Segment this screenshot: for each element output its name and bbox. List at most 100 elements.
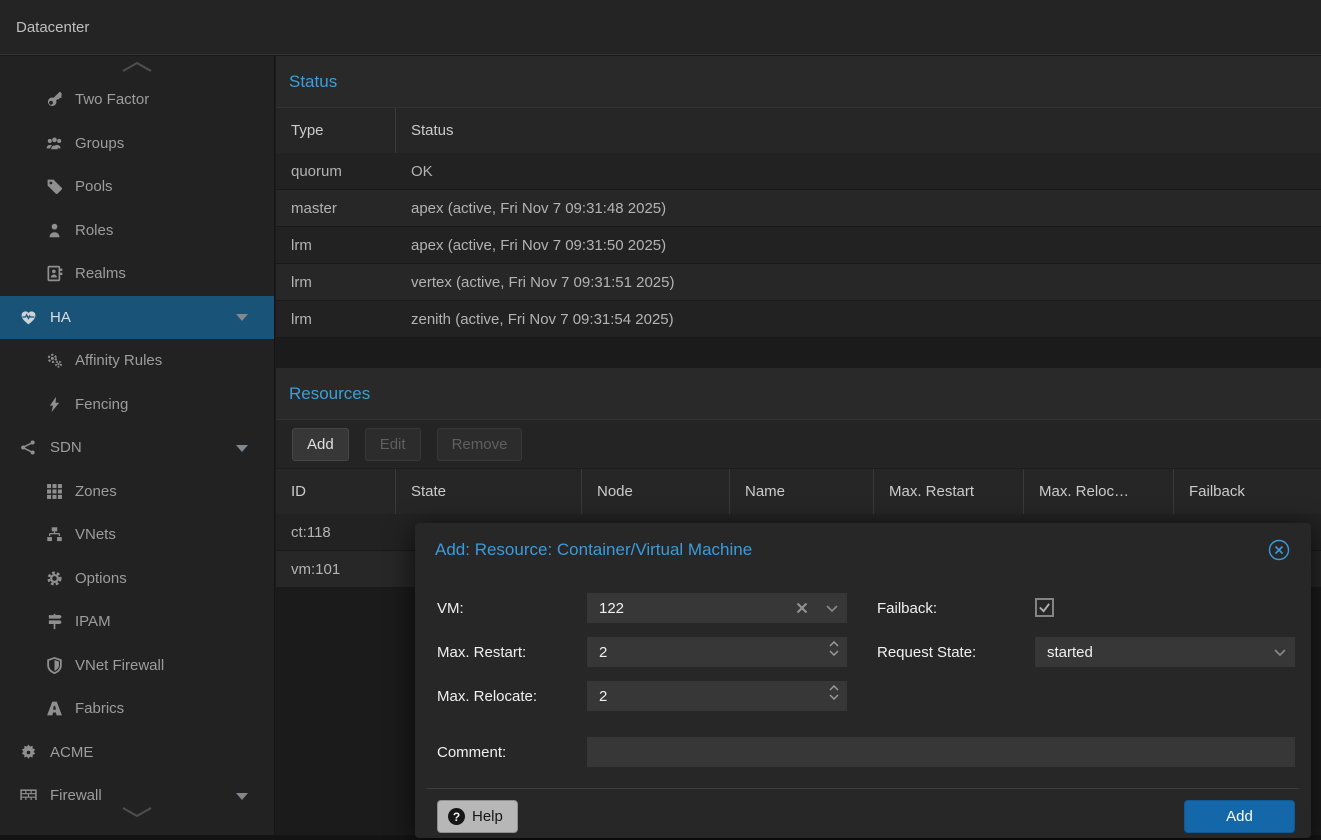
column-header-node[interactable]: Node bbox=[582, 469, 730, 514]
table-row[interactable]: quorum OK bbox=[276, 153, 1321, 190]
dialog-header[interactable]: Add: Resource: Container/Virtual Machine bbox=[415, 523, 1311, 577]
cell-id: ct:118 bbox=[276, 524, 396, 541]
status-table-header: Type Status bbox=[276, 108, 1321, 153]
panel-gap bbox=[276, 338, 1321, 368]
sidebar-item-vnet-firewall[interactable]: VNet Firewall bbox=[0, 644, 274, 688]
bolt-icon bbox=[46, 396, 63, 413]
failback-label: Failback: bbox=[877, 593, 937, 623]
sidebar-item-sdn[interactable]: SDN bbox=[0, 426, 274, 470]
sidebar-item-vnets[interactable]: VNets bbox=[0, 513, 274, 557]
sidebar-scroll-down[interactable] bbox=[0, 800, 274, 840]
sitemap-icon bbox=[46, 526, 63, 543]
spinner-up-icon bbox=[829, 641, 839, 647]
remove-button[interactable]: Remove bbox=[437, 428, 523, 461]
column-header-name[interactable]: Name bbox=[730, 469, 874, 514]
table-row[interactable]: lrm vertex (active, Fri Nov 7 09:31:51 2… bbox=[276, 264, 1321, 301]
column-header-max-restart[interactable]: Max. Restart bbox=[874, 469, 1024, 514]
chevron-down-icon[interactable] bbox=[236, 445, 248, 452]
request-state-select[interactable]: started bbox=[1035, 637, 1295, 667]
add-button[interactable]: Add bbox=[292, 428, 349, 461]
road-icon bbox=[46, 700, 63, 717]
cell-type: quorum bbox=[276, 163, 396, 180]
spinner-arrows[interactable] bbox=[829, 641, 839, 656]
dialog-footer-divider bbox=[427, 788, 1299, 789]
help-button-label: Help bbox=[472, 808, 503, 825]
table-row[interactable]: lrm apex (active, Fri Nov 7 09:31:50 202… bbox=[276, 227, 1321, 264]
sidebar-item-affinity-rules[interactable]: Affinity Rules bbox=[0, 339, 274, 383]
column-header-id[interactable]: ID bbox=[276, 469, 396, 514]
status-panel-title: Status bbox=[289, 72, 337, 92]
resources-panel-title: Resources bbox=[289, 384, 370, 404]
table-row[interactable]: lrm zenith (active, Fri Nov 7 09:31:54 2… bbox=[276, 301, 1321, 338]
chevron-down-icon[interactable] bbox=[236, 314, 248, 321]
sidebar-item-fabrics[interactable]: Fabrics bbox=[0, 687, 274, 731]
key-icon bbox=[46, 91, 63, 108]
sidebar-item-groups[interactable]: Groups bbox=[0, 122, 274, 166]
column-header-status[interactable]: Status bbox=[396, 108, 1321, 153]
spinner-down-icon bbox=[829, 694, 839, 700]
question-icon: ? bbox=[448, 808, 465, 825]
comment-input[interactable] bbox=[587, 737, 1295, 767]
cell-status: OK bbox=[396, 163, 1321, 180]
user-icon bbox=[46, 222, 63, 239]
sidebar-item-fencing[interactable]: Fencing bbox=[0, 383, 274, 427]
add-resource-dialog: Add: Resource: Container/Virtual Machine… bbox=[415, 523, 1311, 838]
users-icon bbox=[46, 135, 63, 152]
sidebar-item-acme[interactable]: ACME bbox=[0, 731, 274, 775]
chevron-down-icon[interactable] bbox=[826, 605, 838, 612]
status-table-body: quorum OK master apex (active, Fri Nov 7… bbox=[276, 153, 1321, 338]
app-window: Datacenter Two Factor Groups Pools Roles… bbox=[0, 0, 1321, 840]
cell-type: master bbox=[276, 200, 396, 217]
vm-value: 122 bbox=[599, 600, 624, 617]
sidebar-item-ipam[interactable]: IPAM bbox=[0, 600, 274, 644]
sidebar-item-realms[interactable]: Realms bbox=[0, 252, 274, 296]
sidebar-item-two-factor[interactable]: Two Factor bbox=[0, 78, 274, 122]
max-relocate-value: 2 bbox=[599, 688, 607, 705]
cell-status: zenith (active, Fri Nov 7 09:31:54 2025) bbox=[396, 311, 1321, 328]
grid-icon bbox=[46, 483, 63, 500]
sidebar: Two Factor Groups Pools Roles Realms HA … bbox=[0, 56, 275, 840]
chevron-down-icon[interactable] bbox=[1274, 649, 1286, 656]
sidebar-item-ha[interactable]: HA bbox=[0, 296, 274, 340]
comment-label: Comment: bbox=[437, 737, 506, 767]
max-relocate-input[interactable]: 2 bbox=[587, 681, 847, 711]
chevron-up-icon bbox=[119, 61, 155, 73]
chevron-down-icon[interactable] bbox=[236, 793, 248, 800]
column-header-type[interactable]: Type bbox=[276, 108, 396, 153]
vm-label: VM: bbox=[437, 593, 464, 623]
signpost-icon bbox=[46, 613, 63, 630]
sidebar-scroll-up[interactable] bbox=[0, 56, 274, 78]
edit-button[interactable]: Edit bbox=[365, 428, 421, 461]
close-icon[interactable] bbox=[1267, 538, 1291, 562]
column-header-max-relocate[interactable]: Max. Reloc… bbox=[1024, 469, 1174, 514]
help-button[interactable]: ? Help bbox=[437, 800, 518, 833]
sidebar-item-pools[interactable]: Pools bbox=[0, 165, 274, 209]
cell-id: vm:101 bbox=[276, 561, 396, 578]
sidebar-item-roles[interactable]: Roles bbox=[0, 209, 274, 253]
column-header-failback[interactable]: Failback bbox=[1174, 469, 1321, 514]
dialog-add-button[interactable]: Add bbox=[1184, 800, 1295, 833]
dialog-title: Add: Resource: Container/Virtual Machine bbox=[435, 540, 752, 560]
max-restart-input[interactable]: 2 bbox=[587, 637, 847, 667]
resources-table-header: ID State Node Name Max. Restart Max. Rel… bbox=[276, 469, 1321, 514]
request-state-label: Request State: bbox=[877, 637, 976, 667]
page-title: Datacenter bbox=[16, 19, 89, 36]
spinner-arrows[interactable] bbox=[829, 685, 839, 700]
sidebar-item-zones[interactable]: Zones bbox=[0, 470, 274, 514]
failback-checkbox[interactable] bbox=[1035, 598, 1054, 617]
gears-icon bbox=[46, 352, 63, 369]
vm-combo[interactable]: 122 bbox=[587, 593, 847, 623]
sidebar-item-options[interactable]: Options bbox=[0, 557, 274, 601]
resources-panel-header: Resources bbox=[276, 368, 1321, 420]
tag-icon bbox=[46, 178, 63, 195]
chevron-down-icon bbox=[119, 806, 155, 818]
max-restart-value: 2 bbox=[599, 644, 607, 661]
column-header-state[interactable]: State bbox=[396, 469, 582, 514]
share-nodes-icon bbox=[20, 439, 37, 456]
clear-icon[interactable] bbox=[795, 601, 809, 615]
request-state-value: started bbox=[1047, 644, 1093, 661]
max-relocate-label: Max. Relocate: bbox=[437, 681, 537, 711]
resources-toolbar: Add Edit Remove bbox=[276, 420, 1321, 469]
spinner-down-icon bbox=[829, 650, 839, 656]
table-row[interactable]: master apex (active, Fri Nov 7 09:31:48 … bbox=[276, 190, 1321, 227]
